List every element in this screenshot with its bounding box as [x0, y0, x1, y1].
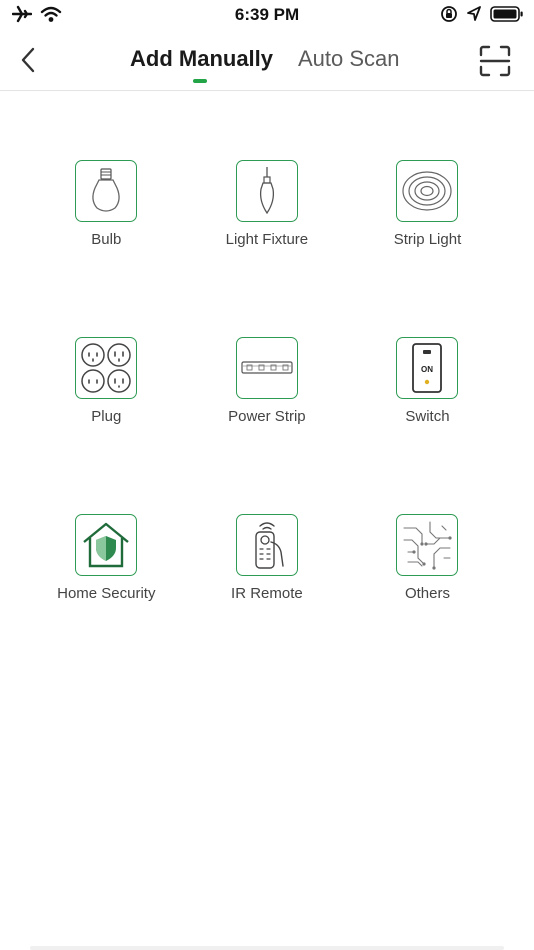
category-label: Switch: [405, 408, 450, 425]
strip-light-icon: [396, 160, 459, 222]
switch-icon: ON: [396, 337, 459, 399]
category-strip-light[interactable]: Strip Light: [347, 160, 508, 248]
category-light-fixture[interactable]: Light Fixture: [187, 160, 348, 248]
tabs: Add Manually Auto Scan: [0, 34, 534, 90]
battery-icon: [490, 6, 523, 22]
switch-on-badge: ON: [421, 365, 433, 374]
status-right: [440, 5, 524, 23]
scan-icon: [479, 45, 511, 77]
tab-auto-scan[interactable]: Auto Scan: [298, 46, 400, 72]
tab-add-manually[interactable]: Add Manually: [130, 46, 273, 72]
category-label: Home Security: [57, 585, 156, 602]
device-category-grid: Bulb Light Fixture Strip Light Plug Powe…: [26, 160, 508, 602]
header: Add Manually Auto Scan: [0, 34, 534, 91]
category-label: Plug: [91, 408, 122, 425]
status-bar: 6:39 PM: [0, 0, 534, 34]
category-label: Power Strip: [228, 408, 306, 425]
ir-remote-icon: [235, 514, 298, 576]
orientation-lock-icon: [441, 6, 457, 22]
plug-icon: [75, 337, 138, 399]
category-switch[interactable]: ON Switch: [347, 337, 508, 425]
category-label: Strip Light: [393, 231, 462, 248]
bulb-icon: [75, 160, 138, 222]
scan-button[interactable]: [478, 44, 512, 78]
category-ir-remote[interactable]: IR Remote: [187, 514, 348, 602]
category-label: Light Fixture: [225, 231, 309, 248]
category-home-security[interactable]: Home Security: [26, 514, 187, 602]
home-security-icon: [75, 514, 138, 576]
power-strip-icon: [235, 337, 298, 399]
category-bulb[interactable]: Bulb: [26, 160, 187, 248]
active-tab-indicator: [193, 79, 207, 83]
category-others[interactable]: Others: [347, 514, 508, 602]
category-power-strip[interactable]: Power Strip: [187, 337, 348, 425]
others-icon: [396, 514, 459, 576]
category-label: Bulb: [91, 231, 122, 248]
location-icon: [467, 6, 481, 21]
category-label: IR Remote: [231, 585, 303, 602]
light-fixture-icon: [235, 160, 298, 222]
bottom-edge: [30, 946, 504, 950]
category-plug[interactable]: Plug: [26, 337, 187, 425]
category-label: Others: [404, 585, 450, 602]
